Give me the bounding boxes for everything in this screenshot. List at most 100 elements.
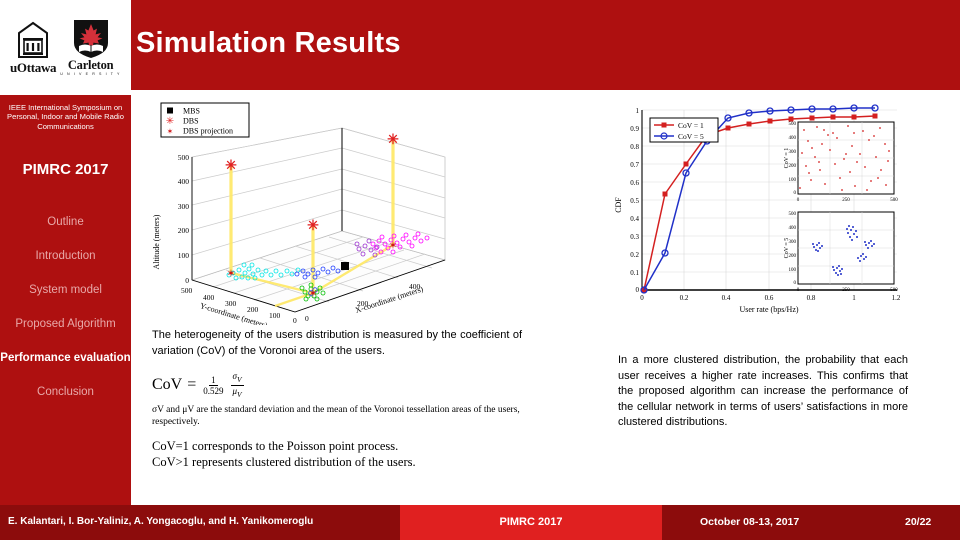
sidebar-item-outline[interactable]: Outline [0,215,131,229]
svg-text:100: 100 [178,251,190,260]
svg-text:MBS: MBS [183,107,200,116]
svg-text:0: 0 [640,294,644,302]
svg-text:0: 0 [797,198,800,203]
svg-text:400: 400 [178,177,190,186]
slide-content: ✳ ✳ ✳ ✶ ✶ ✶ MBS ✳ DBS ✶ DBS projection 0… [131,95,960,505]
svg-text:300: 300 [225,299,237,308]
svg-text:400: 400 [203,293,215,302]
svg-text:500: 500 [181,286,193,295]
cov-ratio-denominator: μV [232,385,242,399]
inset-cov5-label: CoV = 5 [784,238,790,259]
inset-cov5: 500400300 2001000 0 250 500 CoV = 5 [784,211,898,293]
footer-conference: PIMRC 2017 [499,516,563,528]
user-rate-cdf: CoV = 1 CoV = 5 1 0.9 0.8 0.7 0.6 0.5 0.… [612,100,912,322]
svg-text:0.2: 0.2 [630,251,639,259]
sidebar-item-performance-evaluation[interactable]: Performance evaluation [0,351,131,365]
svg-text:1.2: 1.2 [892,294,901,302]
conference-tag: PIMRC 2017 [22,161,109,178]
uottawa-wordmark: uOttawa [9,60,57,75]
svg-text:500: 500 [890,198,898,203]
legend-cov5-label: CoV = 5 [678,132,704,141]
svg-text:100: 100 [269,311,281,320]
footer-date: October 08-13, 2017 [700,516,800,528]
heterogeneity-paragraph: The heterogeneity of the users distribut… [152,329,522,357]
svg-text:500: 500 [890,288,898,293]
cov-formula-lhs: CoV [152,376,183,394]
svg-text:✳: ✳ [307,219,319,234]
z-axis-ticks: 0 100 200 300 400 500 [178,153,190,285]
sidebar-item-system-model[interactable]: System model [0,283,131,297]
svg-text:1: 1 [636,107,640,115]
svg-text:200: 200 [178,226,190,235]
svg-text:500: 500 [178,153,190,162]
svg-text:0.3: 0.3 [630,233,639,241]
svg-text:0: 0 [636,286,640,294]
carleton-crest-icon [73,19,108,58]
clustered-distribution-paragraph: In a more clustered distribution, the pr… [618,354,908,428]
svg-text:0.5: 0.5 [630,197,639,205]
svg-text:✶: ✶ [308,288,317,300]
svg-text:250: 250 [842,198,850,203]
svg-text:300: 300 [178,202,190,211]
cdf-legend: CoV = 1 CoV = 5 [649,117,719,143]
svg-text:0: 0 [305,314,309,323]
cov-ratio-numerator: σV [230,371,244,386]
svg-text:400: 400 [789,226,797,231]
svg-text:0: 0 [185,276,189,285]
page-title: Simulation Results [136,27,401,59]
right-text-block: In a more clustered distribution, the pr… [618,353,908,431]
cov-greater-one-line: CoV>1 represents clustered distribution … [152,454,416,469]
svg-text:500: 500 [789,212,797,217]
sidebar-item-introduction[interactable]: Introduction [0,249,131,263]
uottawa-logo: uOttawa [9,21,57,75]
uottawa-crest-icon [18,21,49,58]
deployment-3d-scatter: ✳ ✳ ✳ ✶ ✶ ✶ MBS ✳ DBS ✶ DBS projection 0… [145,97,475,325]
svg-text:✶: ✶ [167,127,174,136]
deployment-3d-scatter-svg: ✳ ✳ ✳ ✶ ✶ ✶ MBS ✳ DBS ✶ DBS projection 0… [152,102,447,325]
carleton-wordmark: Carleton [67,57,114,72]
cdf-x-ticks: 0 0.2 0.4 0.6 0.8 1 1.2 [640,294,901,302]
svg-text:500: 500 [789,122,797,127]
svg-text:0.8: 0.8 [807,294,816,302]
svg-text:1: 1 [852,294,856,302]
svg-text:✳: ✳ [225,159,237,174]
svg-text:✳: ✳ [387,133,399,148]
slide-footer: E. Kalantari, I. Bor-Yaliniz, A. Yongaco… [0,505,960,540]
cov-formula-note: σV and μV are the standard deviation and… [152,404,520,427]
cdf-y-label: CDF [614,197,623,213]
conference-full-name: IEEE International Symposium on Personal… [7,103,124,131]
cov-formula-ratio: σV μV [230,371,244,400]
legend-cov1-label: CoV = 1 [678,121,704,130]
sidebar-item-proposed-algorithm[interactable]: Proposed Algorithm [0,317,131,331]
user-rate-cdf-svg: CoV = 1 CoV = 5 1 0.9 0.8 0.7 0.6 0.5 0.… [614,104,901,314]
svg-text:250: 250 [842,288,850,293]
svg-text:400: 400 [789,136,797,141]
mbs-marker [341,262,349,270]
svg-text:✶: ✶ [388,240,397,252]
cdf-y-ticks: 1 0.9 0.8 0.7 0.6 0.5 0.4 0.3 0.2 0.1 0 [630,107,639,294]
cov-equals-one-line: CoV=1 corresponds to the Poisson point p… [152,438,399,453]
svg-text:0.4: 0.4 [722,294,731,302]
cdf-x-label: User rate (bps/Hz) [739,305,798,314]
svg-text:DBS: DBS [183,117,199,126]
svg-text:✶: ✶ [226,268,235,280]
svg-text:0.6: 0.6 [630,179,639,187]
svg-text:0.2: 0.2 [680,294,689,302]
svg-text:0.9: 0.9 [630,125,639,133]
cov-formula: CoV = 1 0.529 σV μV σV and μV are the st… [152,371,522,470]
carleton-logo: Carleton U N I V E R S I T Y [60,19,121,76]
svg-text:100: 100 [789,268,797,273]
svg-text:0.4: 0.4 [630,215,639,223]
svg-text:100: 100 [789,178,797,183]
svg-text:0.8: 0.8 [630,143,639,151]
svg-text:DBS projection: DBS projection [183,127,233,136]
svg-text:0.1: 0.1 [630,269,639,277]
inset-cov1: 500400300 2001000 0 250 500 CoV = 1 [784,121,898,203]
sidebar-item-conclusion[interactable]: Conclusion [0,385,131,399]
svg-text:200: 200 [247,305,259,314]
svg-text:0.7: 0.7 [630,161,639,169]
z-axis-label: Altitude (meters) [152,214,161,269]
cov-formula-constant-fraction: 1 0.529 [201,375,225,396]
plot-legend: MBS ✳ DBS ✶ DBS projection [160,102,250,138]
footer-page-number: 20/22 [905,516,932,528]
